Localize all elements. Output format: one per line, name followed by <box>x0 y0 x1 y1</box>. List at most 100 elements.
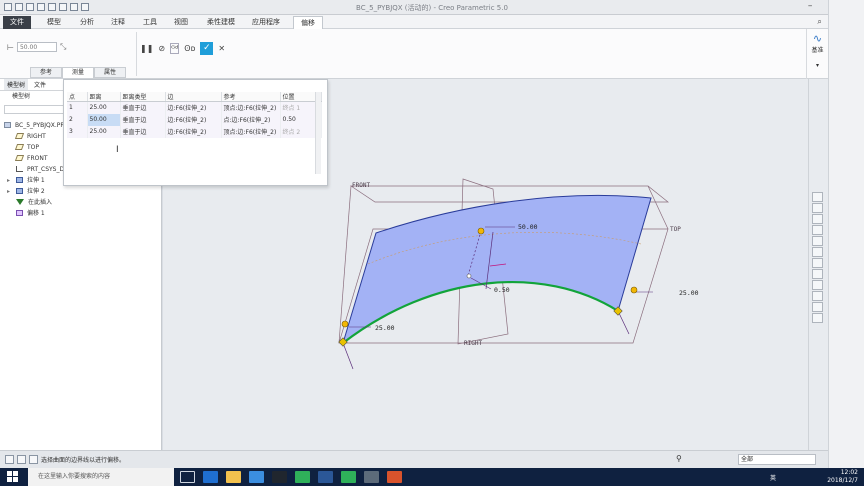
drag-handle-mid[interactable] <box>477 227 485 235</box>
selection-filter-select[interactable]: 全部 <box>738 454 816 465</box>
column-header[interactable]: 距离类型 <box>120 92 166 102</box>
refit-icon[interactable] <box>812 192 823 202</box>
repaint-icon[interactable] <box>812 225 823 235</box>
display-style-icon[interactable] <box>812 247 823 257</box>
layout-icon[interactable] <box>5 455 14 464</box>
expand-arrow-icon[interactable]: ▸ <box>7 175 10 186</box>
tab-properties[interactable]: 属性 <box>94 67 126 78</box>
table-cell[interactable]: 垂直于边 <box>120 125 166 138</box>
task-view-icon[interactable] <box>180 471 195 483</box>
table-cell[interactable]: 3 <box>67 125 88 138</box>
wechat-icon[interactable] <box>341 471 356 483</box>
creo-icon[interactable] <box>387 471 402 483</box>
minimize-icon[interactable]: – <box>808 1 813 11</box>
preview-icon[interactable]: ᴳᵈ <box>170 43 180 54</box>
table-cell[interactable]: 1 <box>67 101 88 114</box>
annotation-display-icon[interactable] <box>812 291 823 301</box>
dim-right-label[interactable]: 25.00 <box>679 289 699 297</box>
dim-left-label[interactable]: 25.00 <box>375 324 395 332</box>
cancel-button[interactable]: ✕ <box>218 44 225 53</box>
tab-view[interactable]: 视图 <box>167 16 195 29</box>
offset-surface[interactable] <box>342 194 652 345</box>
chevron-down-icon[interactable]: ▾ <box>807 62 828 69</box>
saved-views-icon[interactable] <box>812 258 823 268</box>
verify-icon[interactable]: ʘᴅ <box>184 44 195 53</box>
taskbar-clock[interactable]: 12:02 2018/12/7 <box>827 469 858 485</box>
tab-references[interactable]: 参考 <box>30 67 62 78</box>
tree-item-extrude-2[interactable]: ▸ 拉伸 2 <box>0 186 161 197</box>
tab-tools[interactable]: 工具 <box>136 16 164 29</box>
search-icon[interactable]: ⌕ <box>817 17 821 27</box>
view-tools-strip <box>812 192 825 323</box>
zoom-in-icon[interactable] <box>812 203 823 213</box>
drag-handle-right[interactable] <box>630 286 638 294</box>
status-message: 选择曲面的边界线以进行偏移。 <box>41 457 126 464</box>
column-header[interactable]: 点 <box>67 92 88 102</box>
table-row[interactable]: 1 25.00 垂直于边 边:F6(拉伸_2) 顶点:边:F6(拉伸_2) 终点… <box>67 101 322 114</box>
table-row[interactable]: 2 50.00 垂直于边 边:F6(拉伸_2) 点:边:F6(拉伸_2) 0.5… <box>67 113 322 126</box>
appearance-icon[interactable] <box>812 313 823 323</box>
table-cell[interactable]: 边:F6(拉伸_2) <box>165 125 222 138</box>
zoom-out-icon[interactable] <box>812 214 823 224</box>
table-cell[interactable]: 25.00 <box>87 101 121 114</box>
table-cell[interactable]: 顶点:边:F6(拉伸_2) <box>221 101 281 114</box>
store-icon[interactable] <box>249 471 264 483</box>
spin-center-icon[interactable] <box>812 236 823 246</box>
confirm-button[interactable]: ✓ <box>200 42 214 55</box>
tab-measurements[interactable]: 测量 <box>62 67 94 78</box>
tree-item-label: 偏移 1 <box>27 210 45 217</box>
table-cell[interactable]: 垂直于边 <box>120 101 166 114</box>
tab-annotate[interactable]: 注释 <box>104 16 132 29</box>
table-cell[interactable]: 顶点:边:F6(拉伸_2) <box>221 125 281 138</box>
windows-start-icon[interactable] <box>7 471 18 482</box>
tab-files[interactable]: 文件 <box>34 80 46 89</box>
no-preview-icon[interactable]: ⊘ <box>158 44 165 53</box>
table-row[interactable]: 3 25.00 垂直于边 边:F6(拉伸_2) 顶点:边:F6(拉伸_2) 终点… <box>67 125 322 138</box>
tab-model-tree[interactable]: 模型树 <box>4 79 29 90</box>
tab-offset[interactable]: 偏移 <box>293 16 323 29</box>
dim-mid-label[interactable]: 50.00 <box>518 223 538 231</box>
word-icon[interactable] <box>318 471 333 483</box>
perspective-icon[interactable] <box>812 302 823 312</box>
column-header[interactable]: 距离 <box>87 92 121 102</box>
tab-model[interactable]: 模型 <box>40 16 68 29</box>
datum-panel[interactable]: ∿ 基准 ▾ <box>806 29 828 79</box>
tree-item-insert-here[interactable]: 在此插入 <box>0 197 161 208</box>
tab-flexible-modeling[interactable]: 柔性建模 <box>200 16 242 29</box>
datum-display-icon[interactable] <box>812 280 823 290</box>
table-cell[interactable]: 25.00 <box>87 125 121 138</box>
offset-value-input[interactable] <box>16 42 57 52</box>
expand-arrow-icon[interactable]: ▸ <box>7 186 10 197</box>
table-cell[interactable]: 垂直于边 <box>120 113 166 126</box>
section-icon[interactable] <box>812 269 823 279</box>
browser-toggle-icon[interactable] <box>29 455 38 464</box>
column-header[interactable]: 边 <box>165 92 222 102</box>
extrude-icon <box>16 188 23 194</box>
selection-icon[interactable]: ⚲ <box>676 454 682 463</box>
column-header[interactable]: 参考 <box>221 92 281 102</box>
dim-ratio-label[interactable]: 0.50 <box>494 286 510 294</box>
model-tree-toggle-icon[interactable] <box>17 455 26 464</box>
camtasia-icon[interactable] <box>295 471 310 483</box>
edge-icon[interactable] <box>203 471 218 483</box>
terminal-icon[interactable] <box>272 471 287 483</box>
table-cell-selected[interactable]: 50.00 <box>87 113 121 126</box>
tab-file[interactable]: 文件 <box>3 16 31 29</box>
ime-indicator[interactable]: 英 <box>770 473 776 482</box>
datum-edge <box>647 185 669 230</box>
tab-applications[interactable]: 应用程序 <box>245 16 287 29</box>
table-cell[interactable]: 点:边:F6(拉伸_2) <box>221 113 281 126</box>
taskbar-search-input[interactable]: 在这里输入你要搜索的内容 <box>28 468 174 486</box>
tree-item-offset-1[interactable]: 偏移 1 <box>0 208 161 219</box>
flip-direction-icon[interactable]: ⤡ <box>60 42 66 52</box>
app-icon[interactable] <box>364 471 379 483</box>
table-scrollbar[interactable] <box>315 92 321 174</box>
drag-handle-left[interactable] <box>341 320 349 328</box>
table-cell[interactable]: 边:F6(拉伸_2) <box>165 101 222 114</box>
ratio-point[interactable] <box>466 273 472 279</box>
pause-icon[interactable]: ❚❚ <box>140 44 153 53</box>
table-cell[interactable]: 2 <box>67 113 88 126</box>
explorer-icon[interactable] <box>226 471 241 483</box>
table-cell[interactable]: 边:F6(拉伸_2) <box>165 113 222 126</box>
tab-analysis[interactable]: 分析 <box>73 16 101 29</box>
